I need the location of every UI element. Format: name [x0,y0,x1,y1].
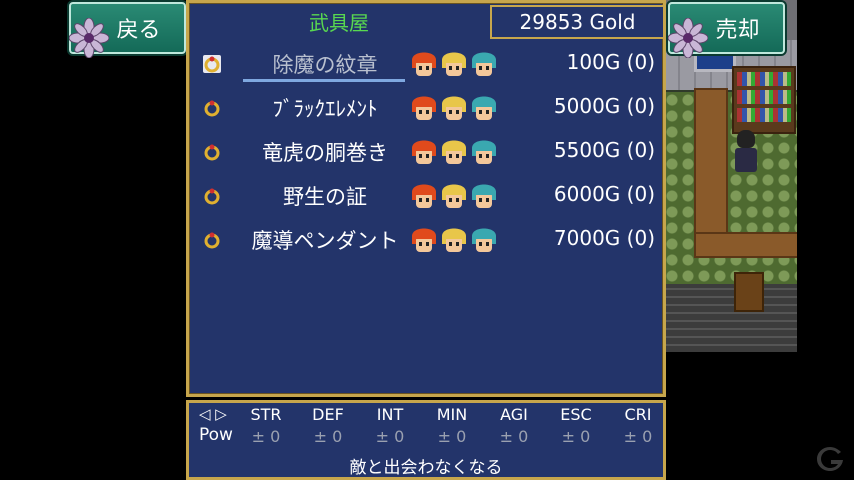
party-face-icon [412,184,436,208]
party-face-icon [412,96,436,120]
stat-column: MIN ± 0 [427,405,477,446]
stat-column: CRI ± 0 [613,405,663,446]
item-price: 5500G (0) [553,138,655,162]
flower-emblem-icon [69,18,109,58]
party-face-icon [442,96,466,120]
stat-value: ± 0 [561,427,591,446]
ring-accessory-icon [204,100,220,117]
party-face-icon [472,184,496,208]
shopkeeper-sprite [734,130,758,174]
party-face-icon [472,140,496,164]
stat-value: ± 0 [313,427,343,446]
scene-bookshelf [732,66,796,134]
sell-button-label: 売却 [715,18,760,43]
scene-counter-front [694,232,797,258]
stat-name: CRI [624,405,652,424]
stat-value: ± 0 [499,427,529,446]
gold-display: 29853 Gold [490,5,665,39]
stat-column: STR ± 0 [241,405,291,446]
selection-underline [243,79,405,82]
stat-value: ± 0 [623,427,653,446]
gamer-logo-icon [817,447,843,471]
scene-chair [734,272,764,312]
party-face-icon [412,52,436,76]
item-name: 野生の証 [283,185,367,209]
stat-value: ± 0 [251,427,281,446]
party-face-icon [442,140,466,164]
item-name: 竜虎の胴巻き [262,141,388,165]
party-face-icon [412,228,436,252]
party-face-icon [442,184,466,208]
flower-emblem-icon [668,18,708,58]
item-name: 除魔の紋章 [272,53,378,77]
stat-name: STR [250,405,282,424]
ring-accessory-icon [204,144,220,161]
shop-item-row[interactable]: 魔導ペンダント 7000G (0) [199,220,661,260]
item-price: 100G (0) [566,50,655,74]
party-face-icon [472,228,496,252]
ring-accessory-icon [204,232,220,249]
stat-page-arrows[interactable]: ◁ ▷ [199,405,227,423]
stat-column: DEF ± 0 [303,405,353,446]
party-equip-indicator [409,178,499,212]
party-equip-indicator [409,222,499,256]
party-face-icon [442,52,466,76]
shop-item-row[interactable]: 除魔の紋章 100G (0) [199,44,661,84]
stats-panel: ◁ ▷ Pow STR ± 0 DEF ± 0 INT ± 0 MIN ± 0 AGI ± 0 ES… [186,400,666,480]
item-name: ﾌﾞﾗｯｸｴﾚﾒﾝﾄ [272,97,378,121]
item-name: 魔導ペンダント [251,229,399,253]
stat-name: INT [376,405,404,424]
scene-counter [694,88,728,252]
stat-column: AGI ± 0 [489,405,539,446]
stat-name: DEF [312,405,344,424]
shop-window: 武具屋 29853 Gold 除魔の紋章 100G (0) ﾌﾞﾗｯｸｴﾚﾒﾝﾄ 50… [186,0,666,397]
stat-column: INT ± 0 [365,405,415,446]
ring-accessory-icon [203,55,221,73]
item-price: 7000G (0) [553,226,655,250]
stat-name: MIN [436,405,468,424]
item-price: 5000G (0) [553,94,655,118]
stat-column: ESC ± 0 [551,405,601,446]
stat-value: ± 0 [375,427,405,446]
item-description: 敵と出会わなくなる [349,458,503,478]
pow-label: Pow [199,425,233,445]
party-equip-indicator [409,90,499,124]
party-equip-indicator [409,134,499,168]
stat-name: AGI [500,405,528,424]
party-face-icon [412,140,436,164]
shop-item-row[interactable]: ﾌﾞﾗｯｸｴﾚﾒﾝﾄ 5000G (0) [199,88,661,128]
shop-item-row[interactable]: 野生の証 6000G (0) [199,176,661,216]
stat-value: ± 0 [437,427,467,446]
sell-button[interactable]: 売却 [668,2,785,58]
stat-name: ESC [560,405,592,424]
ring-accessory-icon [204,188,220,205]
party-face-icon [472,52,496,76]
party-face-icon [442,228,466,252]
shop-title: 武具屋 [309,11,369,35]
back-button-label: 戻る [116,18,161,43]
party-face-icon [472,96,496,120]
shop-item-row[interactable]: 竜虎の胴巻き 5500G (0) [199,132,661,172]
party-equip-indicator [409,46,499,80]
back-button[interactable]: 戻る [69,2,186,58]
item-price: 6000G (0) [553,182,655,206]
scene-floor [664,284,797,352]
